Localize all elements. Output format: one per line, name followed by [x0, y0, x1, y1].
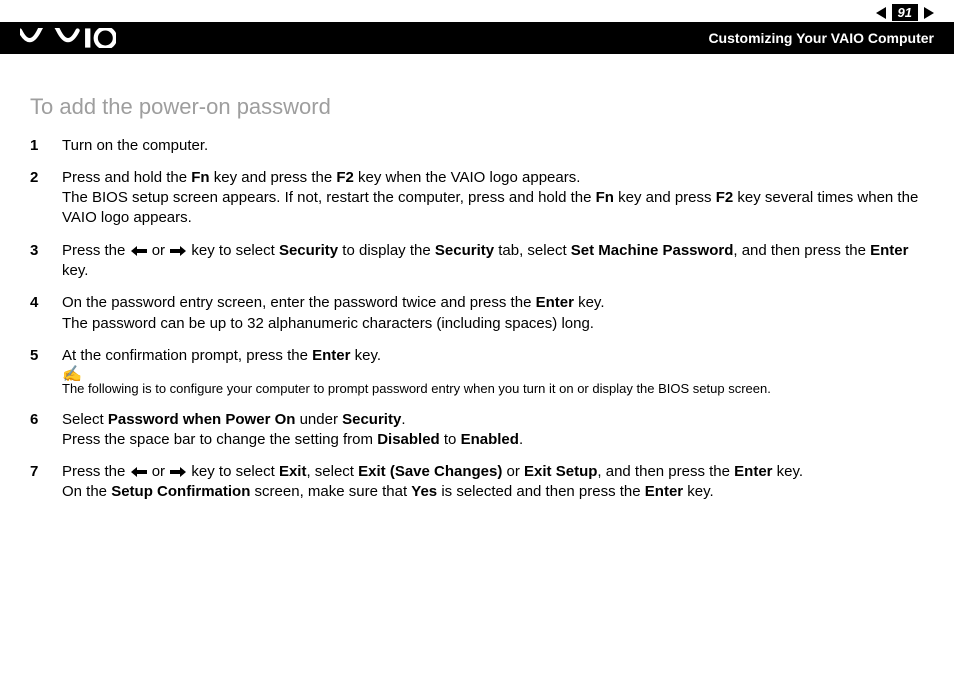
step-1: Turn on the computer.: [30, 136, 924, 156]
page-content: To add the power-on password Turn on the…: [0, 62, 954, 503]
step-text: The BIOS setup screen appears. If not, r…: [62, 189, 596, 206]
step-text: or: [148, 463, 170, 480]
step-text: key.: [574, 294, 605, 311]
bold-password-when-power-on: Password when Power On: [108, 411, 296, 428]
arrow-left-icon: [131, 462, 147, 482]
bold-exit-setup: Exit Setup: [524, 463, 597, 480]
step-text: to: [440, 431, 461, 448]
step-text: key and press the: [210, 169, 337, 186]
step-text: under: [295, 411, 342, 428]
step-text: The password can be up to 32 alphanumeri…: [62, 315, 594, 332]
nav-next-icon[interactable]: [924, 7, 934, 19]
note-text: The following is to configure your compu…: [62, 380, 924, 398]
step-text: Press and hold the: [62, 169, 191, 186]
bold-security: Security: [435, 242, 494, 259]
bold-exit-save-changes: Exit (Save Changes): [358, 463, 502, 480]
key-enter: Enter: [734, 463, 772, 480]
page-nav: 91: [876, 4, 934, 21]
step-text: key.: [350, 347, 381, 364]
steps-list: Turn on the computer. Press and hold the…: [30, 136, 924, 503]
step-text: screen, make sure that: [250, 483, 411, 500]
key-fn: Fn: [191, 169, 209, 186]
bold-disabled: Disabled: [377, 431, 440, 448]
page-header: 91 Customizing Your VAIO Computer: [0, 0, 954, 62]
step-text: On the password entry screen, enter the …: [62, 294, 536, 311]
bold-yes: Yes: [411, 483, 437, 500]
bold-security: Security: [279, 242, 338, 259]
bold-set-machine-password: Set Machine Password: [571, 242, 734, 259]
arrow-right-icon: [170, 241, 186, 261]
step-5: At the confirmation prompt, press the En…: [30, 346, 924, 398]
step-text: , select: [306, 463, 358, 480]
step-2: Press and hold the Fn key and press the …: [30, 168, 924, 229]
step-text: key.: [773, 463, 804, 480]
arrow-right-icon: [170, 462, 186, 482]
key-f2: F2: [336, 169, 354, 186]
bold-exit: Exit: [279, 463, 307, 480]
step-3: Press the or key to select Security to d…: [30, 241, 924, 282]
step-text: key.: [62, 262, 88, 279]
note-icon: ✍: [62, 364, 82, 386]
step-text: is selected and then press the: [437, 483, 645, 500]
nav-prev-icon[interactable]: [876, 7, 886, 19]
key-fn: Fn: [596, 189, 614, 206]
step-text: , and then press the: [597, 463, 734, 480]
key-enter: Enter: [536, 294, 574, 311]
step-text: At the confirmation prompt, press the: [62, 347, 312, 364]
step-text: key when the VAIO logo appears.: [354, 169, 581, 186]
section-title: Customizing Your VAIO Computer: [708, 30, 934, 46]
step-text: , and then press the: [733, 242, 870, 259]
step-text: On the: [62, 483, 111, 500]
header-bar: Customizing Your VAIO Computer: [0, 22, 954, 54]
key-enter: Enter: [870, 242, 908, 259]
step-text: key to select: [187, 242, 279, 259]
step-text: to display the: [338, 242, 435, 259]
step-4: On the password entry screen, enter the …: [30, 293, 924, 334]
bold-security: Security: [342, 411, 401, 428]
step-text: Press the space bar to change the settin…: [62, 431, 377, 448]
page-heading: To add the power-on password: [30, 92, 924, 122]
arrow-left-icon: [131, 241, 147, 261]
step-text: key to select: [187, 463, 279, 480]
step-text: .: [519, 431, 523, 448]
step-text: Turn on the computer.: [62, 137, 208, 154]
step-text: Press the: [62, 463, 130, 480]
step-text: Select: [62, 411, 108, 428]
bold-setup-confirmation: Setup Confirmation: [111, 483, 250, 500]
step-text: Press the: [62, 242, 130, 259]
key-f2: F2: [716, 189, 734, 206]
page-number: 91: [892, 4, 918, 21]
step-text: key and press: [614, 189, 716, 206]
step-text: tab, select: [494, 242, 571, 259]
step-7: Press the or key to select Exit, select …: [30, 462, 924, 503]
bold-enabled: Enabled: [461, 431, 519, 448]
step-text: or: [502, 463, 524, 480]
vaio-logo: [20, 28, 116, 48]
step-text: .: [401, 411, 405, 428]
step-text: key.: [683, 483, 714, 500]
key-enter: Enter: [312, 347, 350, 364]
key-enter: Enter: [645, 483, 683, 500]
step-text: or: [148, 242, 170, 259]
step-6: Select Password when Power On under Secu…: [30, 410, 924, 451]
note-block: ✍ The following is to configure your com…: [62, 380, 924, 398]
